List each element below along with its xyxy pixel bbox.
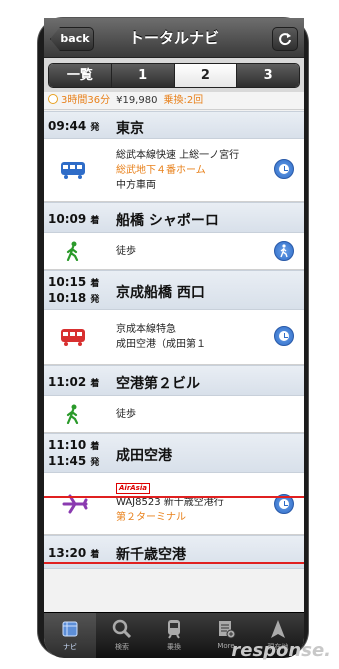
timetable-clock-button[interactable] <box>274 159 294 179</box>
app-screen: back トータルナビ 一覧 1 2 3 3時間36分 ¥19,980 乗換:2回 <box>44 18 304 658</box>
back-button[interactable]: back <box>50 27 94 51</box>
station-time: 10:09 <box>48 212 87 226</box>
tab-label: 乗換 <box>167 643 181 651</box>
train-icon <box>61 162 85 179</box>
station-time: 09:44 <box>48 119 87 133</box>
segment-list[interactable]: 一覧 <box>49 64 112 87</box>
fare: ¥19,980 <box>116 95 158 106</box>
station-time: 11:45 <box>48 454 87 468</box>
walk-icon <box>280 244 288 258</box>
station-row: 10:09 着 船橋 シャポーロ <box>44 202 304 233</box>
segment-route-2[interactable]: 2 <box>174 64 238 87</box>
station-name: 空港第２ビル <box>116 376 200 392</box>
watermark: response. <box>231 640 331 661</box>
station-name: 成田空港 <box>116 448 172 464</box>
route-segment[interactable]: 京成本線特急 成田空港（成田第１ <box>44 310 304 365</box>
station-row: 09:44 発 東京 <box>44 111 304 139</box>
station-time-mark: 着 <box>90 442 100 452</box>
refresh-icon <box>279 33 291 46</box>
clock-icon <box>48 94 58 104</box>
station-name: 船橋 シャポーロ <box>116 213 219 229</box>
route-platform: 総武地下４番ホーム <box>116 165 206 176</box>
more-icon <box>219 621 236 639</box>
walk-route-button[interactable] <box>274 241 294 261</box>
route-line-name: 総武本線快速 上総一ノ宮行 <box>116 150 240 161</box>
route-segment[interactable]: 総武本線快速 上総一ノ宮行 総武地下４番ホーム 中方車両 <box>44 139 304 202</box>
route-segmented-control: 一覧 1 2 3 <box>48 63 300 88</box>
route-line-name: 京成本線特急 <box>116 324 176 335</box>
station-time-mark: 発 <box>90 458 100 468</box>
tab-transfer[interactable]: 乗換 <box>148 613 200 658</box>
station-time-mark: 発 <box>90 123 100 133</box>
walk-icon <box>66 404 79 424</box>
station-row: 11:10 着 11:45 発 成田空港 <box>44 433 304 473</box>
tab-navi[interactable]: ナビ <box>44 613 96 658</box>
station-row: 10:15 着 10:18 発 京成船橋 西口 <box>44 270 304 310</box>
page-title: トータルナビ <box>128 29 219 47</box>
segment-route-1[interactable]: 1 <box>111 64 175 87</box>
tab-search[interactable]: 検索 <box>96 613 148 658</box>
station-name: 東京 <box>116 121 144 137</box>
station-time: 10:18 <box>48 291 87 305</box>
station-time-mark: 着 <box>90 279 100 289</box>
route-summary: 3時間36分 ¥19,980 乗換:2回 <box>44 92 304 110</box>
airasia-logo: AirAsia <box>116 483 150 494</box>
phone-frame: back トータルナビ 一覧 1 2 3 3時間36分 ¥19,980 乗換:2回 <box>37 17 309 658</box>
station-time-mark: 発 <box>90 295 100 305</box>
tab-label: ナビ <box>63 643 77 651</box>
location-arrow-icon <box>271 620 285 638</box>
route-line-name: 徒歩 <box>116 409 136 420</box>
station-time-mark: 着 <box>90 216 100 226</box>
train-icon <box>61 329 85 346</box>
station-time: 10:15 <box>48 275 87 289</box>
station-time: 11:02 <box>48 375 87 389</box>
route-segment[interactable]: 徒歩 <box>44 233 304 270</box>
search-icon <box>112 619 132 639</box>
timetable-clock-button[interactable] <box>274 326 294 346</box>
transfer-count: 乗換:2回 <box>163 95 204 106</box>
tab-label: 検索 <box>115 643 129 651</box>
route-destination: 成田空港（成田第１ <box>116 339 206 350</box>
route-car: 中方車両 <box>116 180 156 191</box>
route-selector-bar: 一覧 1 2 3 <box>44 58 304 92</box>
walk-icon <box>66 241 79 261</box>
route-segment[interactable]: 徒歩 <box>44 396 304 433</box>
cube-navi-icon <box>62 621 78 637</box>
station-name: 京成船橋 西口 <box>116 285 205 301</box>
station-row: 11:02 着 空港第２ビル <box>44 365 304 396</box>
station-time: 11:10 <box>48 438 87 452</box>
station-time-mark: 着 <box>90 379 100 389</box>
flight-highlight-box <box>44 496 304 564</box>
route-line-name: 徒歩 <box>116 246 136 257</box>
refresh-button[interactable] <box>272 27 298 51</box>
duration: 3時間36分 <box>61 95 111 106</box>
train-icon <box>168 620 180 639</box>
segment-route-3[interactable]: 3 <box>237 64 299 87</box>
navigation-bar: back トータルナビ <box>44 18 304 58</box>
